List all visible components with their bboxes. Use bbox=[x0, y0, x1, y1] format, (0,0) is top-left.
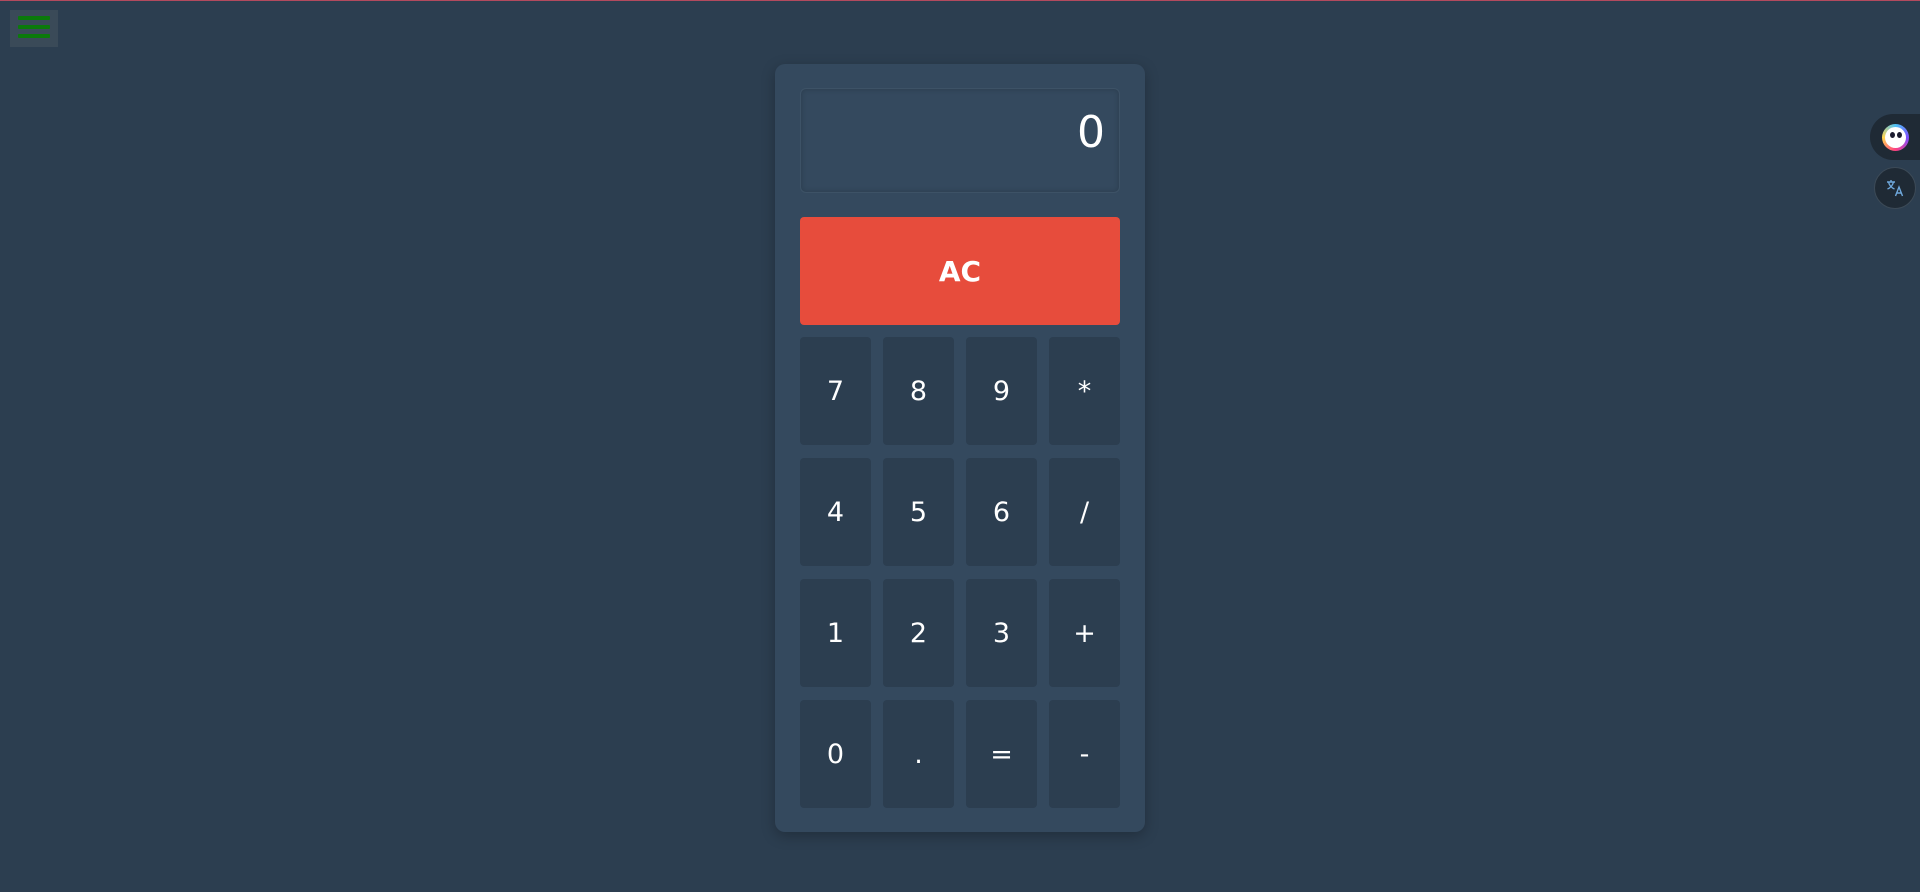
key-divide[interactable]: / bbox=[1049, 458, 1120, 566]
key-subtract[interactable]: - bbox=[1049, 700, 1120, 808]
key-5[interactable]: 5 bbox=[883, 458, 954, 566]
key-multiply[interactable]: * bbox=[1049, 337, 1120, 445]
assistant-icon-eye bbox=[1890, 132, 1895, 138]
hamburger-bar bbox=[18, 25, 50, 29]
key-8[interactable]: 8 bbox=[883, 337, 954, 445]
translate-icon bbox=[1887, 180, 1904, 197]
assistant-icon-face bbox=[1885, 127, 1906, 148]
key-6[interactable]: 6 bbox=[966, 458, 1037, 566]
translate-button[interactable] bbox=[1874, 167, 1916, 209]
assistant-icon-eye bbox=[1897, 132, 1902, 138]
calculator: 0 AC 7 8 9 * 4 5 6 / 1 2 3 + 0 . = - bbox=[775, 64, 1145, 832]
key-9[interactable]: 9 bbox=[966, 337, 1037, 445]
key-equals[interactable]: = bbox=[966, 700, 1037, 808]
hamburger-bar bbox=[18, 34, 50, 38]
key-4[interactable]: 4 bbox=[800, 458, 871, 566]
key-decimal[interactable]: . bbox=[883, 700, 954, 808]
key-0[interactable]: 0 bbox=[800, 700, 871, 808]
key-3[interactable]: 3 bbox=[966, 579, 1037, 687]
calculator-display: 0 bbox=[800, 88, 1120, 193]
key-2[interactable]: 2 bbox=[883, 579, 954, 687]
assistant-icon[interactable] bbox=[1882, 124, 1909, 151]
hamburger-menu-button[interactable] bbox=[10, 10, 58, 47]
key-add[interactable]: + bbox=[1049, 579, 1120, 687]
key-1[interactable]: 1 bbox=[800, 579, 871, 687]
hamburger-menu-icon bbox=[18, 16, 50, 20]
top-border-line bbox=[0, 0, 1920, 1]
clear-button[interactable]: AC bbox=[800, 217, 1120, 325]
key-7[interactable]: 7 bbox=[800, 337, 871, 445]
